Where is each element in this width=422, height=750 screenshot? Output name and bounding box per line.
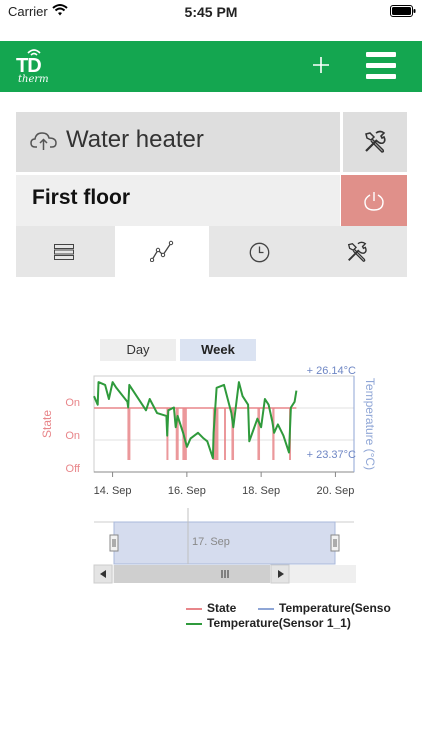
device-name: Water heater [66,126,204,153]
app-header: TD therm [0,41,422,92]
power-icon [364,192,384,211]
state-bar[interactable] [257,408,261,460]
right-axis-max-label: + 26.14°C [307,365,356,377]
navigator-left-handle[interactable] [109,534,119,552]
right-axis-title: Temperature (°C) [363,378,377,470]
app-logo[interactable]: TD therm [14,47,58,87]
tab-settings[interactable] [309,226,403,277]
period-day-button[interactable]: Day [100,339,176,361]
history-chart[interactable]: 14. Sep 16. Sep 18. Sep 20. Sep State On On… [0,360,422,600]
power-button[interactable] [341,175,407,226]
legend-label: State [207,601,237,615]
add-button[interactable] [305,49,337,81]
tab-list[interactable] [16,226,110,277]
legend-item-temperature-sensor[interactable]: Temperature(Senso [258,601,391,615]
period-week-button[interactable]: Week [180,339,256,361]
legend-swatch [258,607,274,610]
cloud-upload-icon [30,132,57,150]
state-bar[interactable] [127,408,131,460]
left-axis-title: State [40,410,54,438]
legend-item-temperature-sensor-1-1[interactable]: Temperature(Sensor 1_1) [186,616,351,630]
legend-label: Temperature(Sensor 1_1) [207,616,351,630]
status-bar: Carrier 5:45 PM [0,0,422,24]
navigator-label: 17. Sep [192,536,230,548]
scrollbar-thumb[interactable] [114,565,270,583]
legend-swatch [186,607,202,610]
legend-item-state[interactable]: State [186,601,236,615]
tools-icon [347,241,367,262]
zone-header[interactable]: First floor [16,175,340,226]
x-tick-label: 18. Sep [242,485,280,497]
state-bar[interactable] [224,408,226,460]
menu-button[interactable] [366,52,396,80]
x-tick-label: 20. Sep [316,485,354,497]
x-tick-label: 14. Sep [94,485,132,497]
x-tick-label: 16. Sep [168,485,206,497]
chart-legend: State Temperature(Senso Temperature(Sens… [186,600,422,634]
zone-name: First floor [32,186,130,209]
logo-subtext: therm [18,74,49,85]
left-tick-label: Off [66,463,81,475]
legend-swatch [186,622,202,625]
chart-line-icon [150,240,174,262]
device-header[interactable]: Water heater [16,112,340,172]
right-axis-min-label: + 23.37°C [307,449,356,461]
state-bar[interactable] [272,408,275,460]
tab-chart[interactable] [115,226,209,277]
tools-icon [365,130,386,153]
list-icon [54,244,74,260]
clock: 5:45 PM [184,4,238,20]
plus-icon [313,57,329,73]
tab-schedule[interactable] [212,226,306,277]
navigator-right-handle[interactable] [330,534,340,552]
device-settings-button[interactable] [343,112,407,172]
left-tick-label: On [65,430,80,442]
legend-label: Temperature(Senso [279,601,391,615]
battery-icon [390,5,416,17]
hamburger-icon [366,52,396,79]
tab-bar [16,226,407,277]
left-tick-label: On [65,397,80,409]
clock-icon [249,242,270,263]
